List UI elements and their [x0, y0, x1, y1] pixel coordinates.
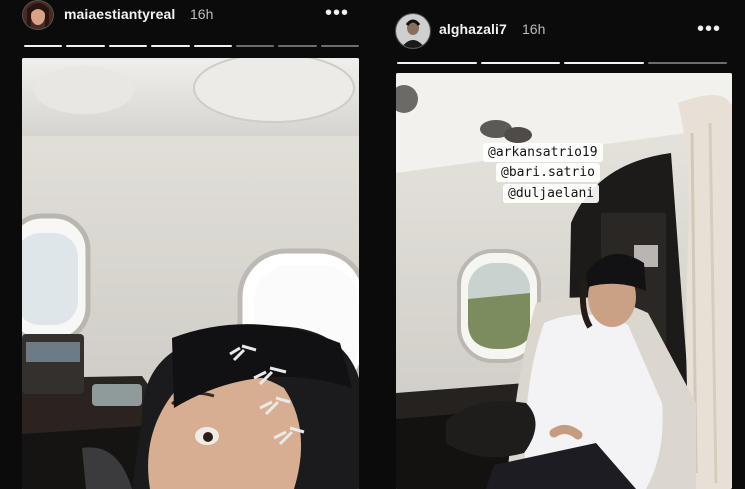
story-photo	[22, 58, 359, 489]
progress-segment-viewed	[108, 45, 148, 47]
avatar[interactable]	[22, 0, 54, 30]
ellipsis-icon: •••	[697, 18, 722, 40]
more-options-button[interactable]: •••	[697, 19, 721, 39]
progress-segment-viewed	[480, 62, 560, 64]
progress-segment-viewed	[24, 45, 63, 47]
progress-segment-viewed	[66, 45, 105, 47]
mention-tag[interactable]: @bari.satrio	[496, 163, 600, 182]
progress-segment-unviewed	[647, 62, 727, 64]
progress-segment-viewed	[397, 62, 477, 64]
progress-segment-viewed	[193, 45, 232, 47]
story-panel-right[interactable]: alghazali7 16h ••• @arkansatrio19 @bari.…	[375, 0, 745, 489]
story-progress-bar	[397, 62, 727, 64]
progress-segment-unviewed	[320, 45, 359, 47]
username[interactable]: alghazali7	[439, 21, 507, 37]
timestamp: 16h	[190, 6, 214, 22]
progress-segment-unviewed	[278, 45, 317, 47]
progress-segment-viewed	[564, 62, 644, 64]
progress-segment-viewed	[151, 45, 190, 47]
ellipsis-icon: •••	[325, 2, 350, 24]
story-progress-bar	[24, 45, 359, 47]
progress-segment-unviewed	[235, 45, 275, 47]
story-panel-left[interactable]: maiaestiantyreal 16h •••	[0, 0, 375, 489]
mention-tag[interactable]: @arkansatrio19	[483, 143, 603, 162]
username[interactable]: maiaestiantyreal	[64, 6, 175, 22]
more-options-button[interactable]: •••	[325, 3, 349, 23]
timestamp: 16h	[522, 21, 546, 37]
avatar[interactable]	[395, 13, 431, 49]
story-photo	[396, 73, 732, 489]
mention-tag[interactable]: @duljaelani	[503, 184, 600, 203]
